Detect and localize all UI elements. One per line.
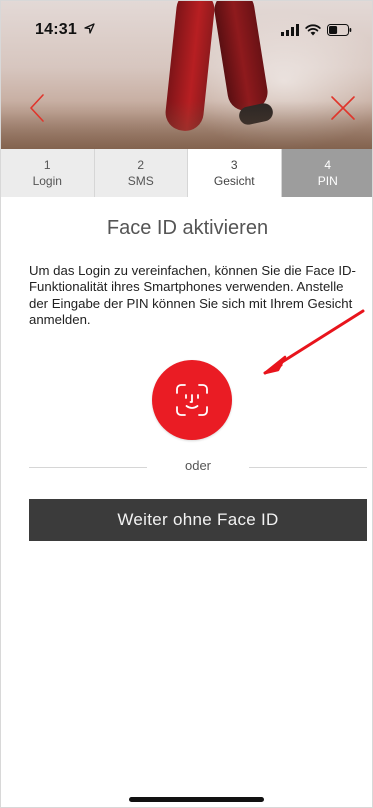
- signal-icon: [281, 24, 299, 36]
- location-arrow-icon: [83, 23, 95, 34]
- face-id-button[interactable]: [152, 360, 232, 440]
- status-time: 14:31: [35, 21, 95, 39]
- step-number: 4: [324, 158, 332, 172]
- continue-without-face-id-button[interactable]: Weiter ohne Face ID: [29, 499, 367, 541]
- status-icons: [281, 23, 352, 37]
- chevron-left-icon: [30, 94, 44, 122]
- step-sms[interactable]: 2 SMS: [94, 149, 188, 197]
- wifi-icon: [305, 24, 321, 36]
- red-arrow-icon: [263, 309, 365, 375]
- step-pin[interactable]: 4 PIN: [281, 149, 372, 197]
- step-number: 1: [43, 158, 51, 172]
- battery-icon: [327, 24, 352, 36]
- divider-line-right: [249, 467, 367, 468]
- step-label: Login: [32, 174, 62, 188]
- phone-screen: 14:31 1 Login 2 SMS 3 Gesicht 4 PIN Face…: [0, 0, 373, 808]
- step-number: 2: [137, 158, 145, 172]
- home-indicator[interactable]: [129, 797, 264, 802]
- step-label: PIN: [317, 174, 338, 188]
- back-button[interactable]: [27, 93, 49, 123]
- step-number: 3: [230, 158, 238, 172]
- face-id-icon: [176, 384, 208, 416]
- step-progress: 1 Login 2 SMS 3 Gesicht 4 PIN: [1, 149, 372, 197]
- status-bar: 14:31: [1, 1, 372, 55]
- step-label: Gesicht: [213, 174, 255, 188]
- step-login[interactable]: 1 Login: [1, 149, 95, 197]
- or-text: oder: [184, 458, 212, 473]
- step-gesicht[interactable]: 3 Gesicht: [188, 149, 282, 197]
- close-icon: [331, 96, 355, 120]
- step-label: SMS: [127, 174, 154, 188]
- page-title: Face ID aktivieren: [106, 217, 269, 239]
- status-time-text: 14:31: [35, 21, 77, 38]
- or-divider: oder: [29, 458, 367, 476]
- close-button[interactable]: [328, 93, 358, 123]
